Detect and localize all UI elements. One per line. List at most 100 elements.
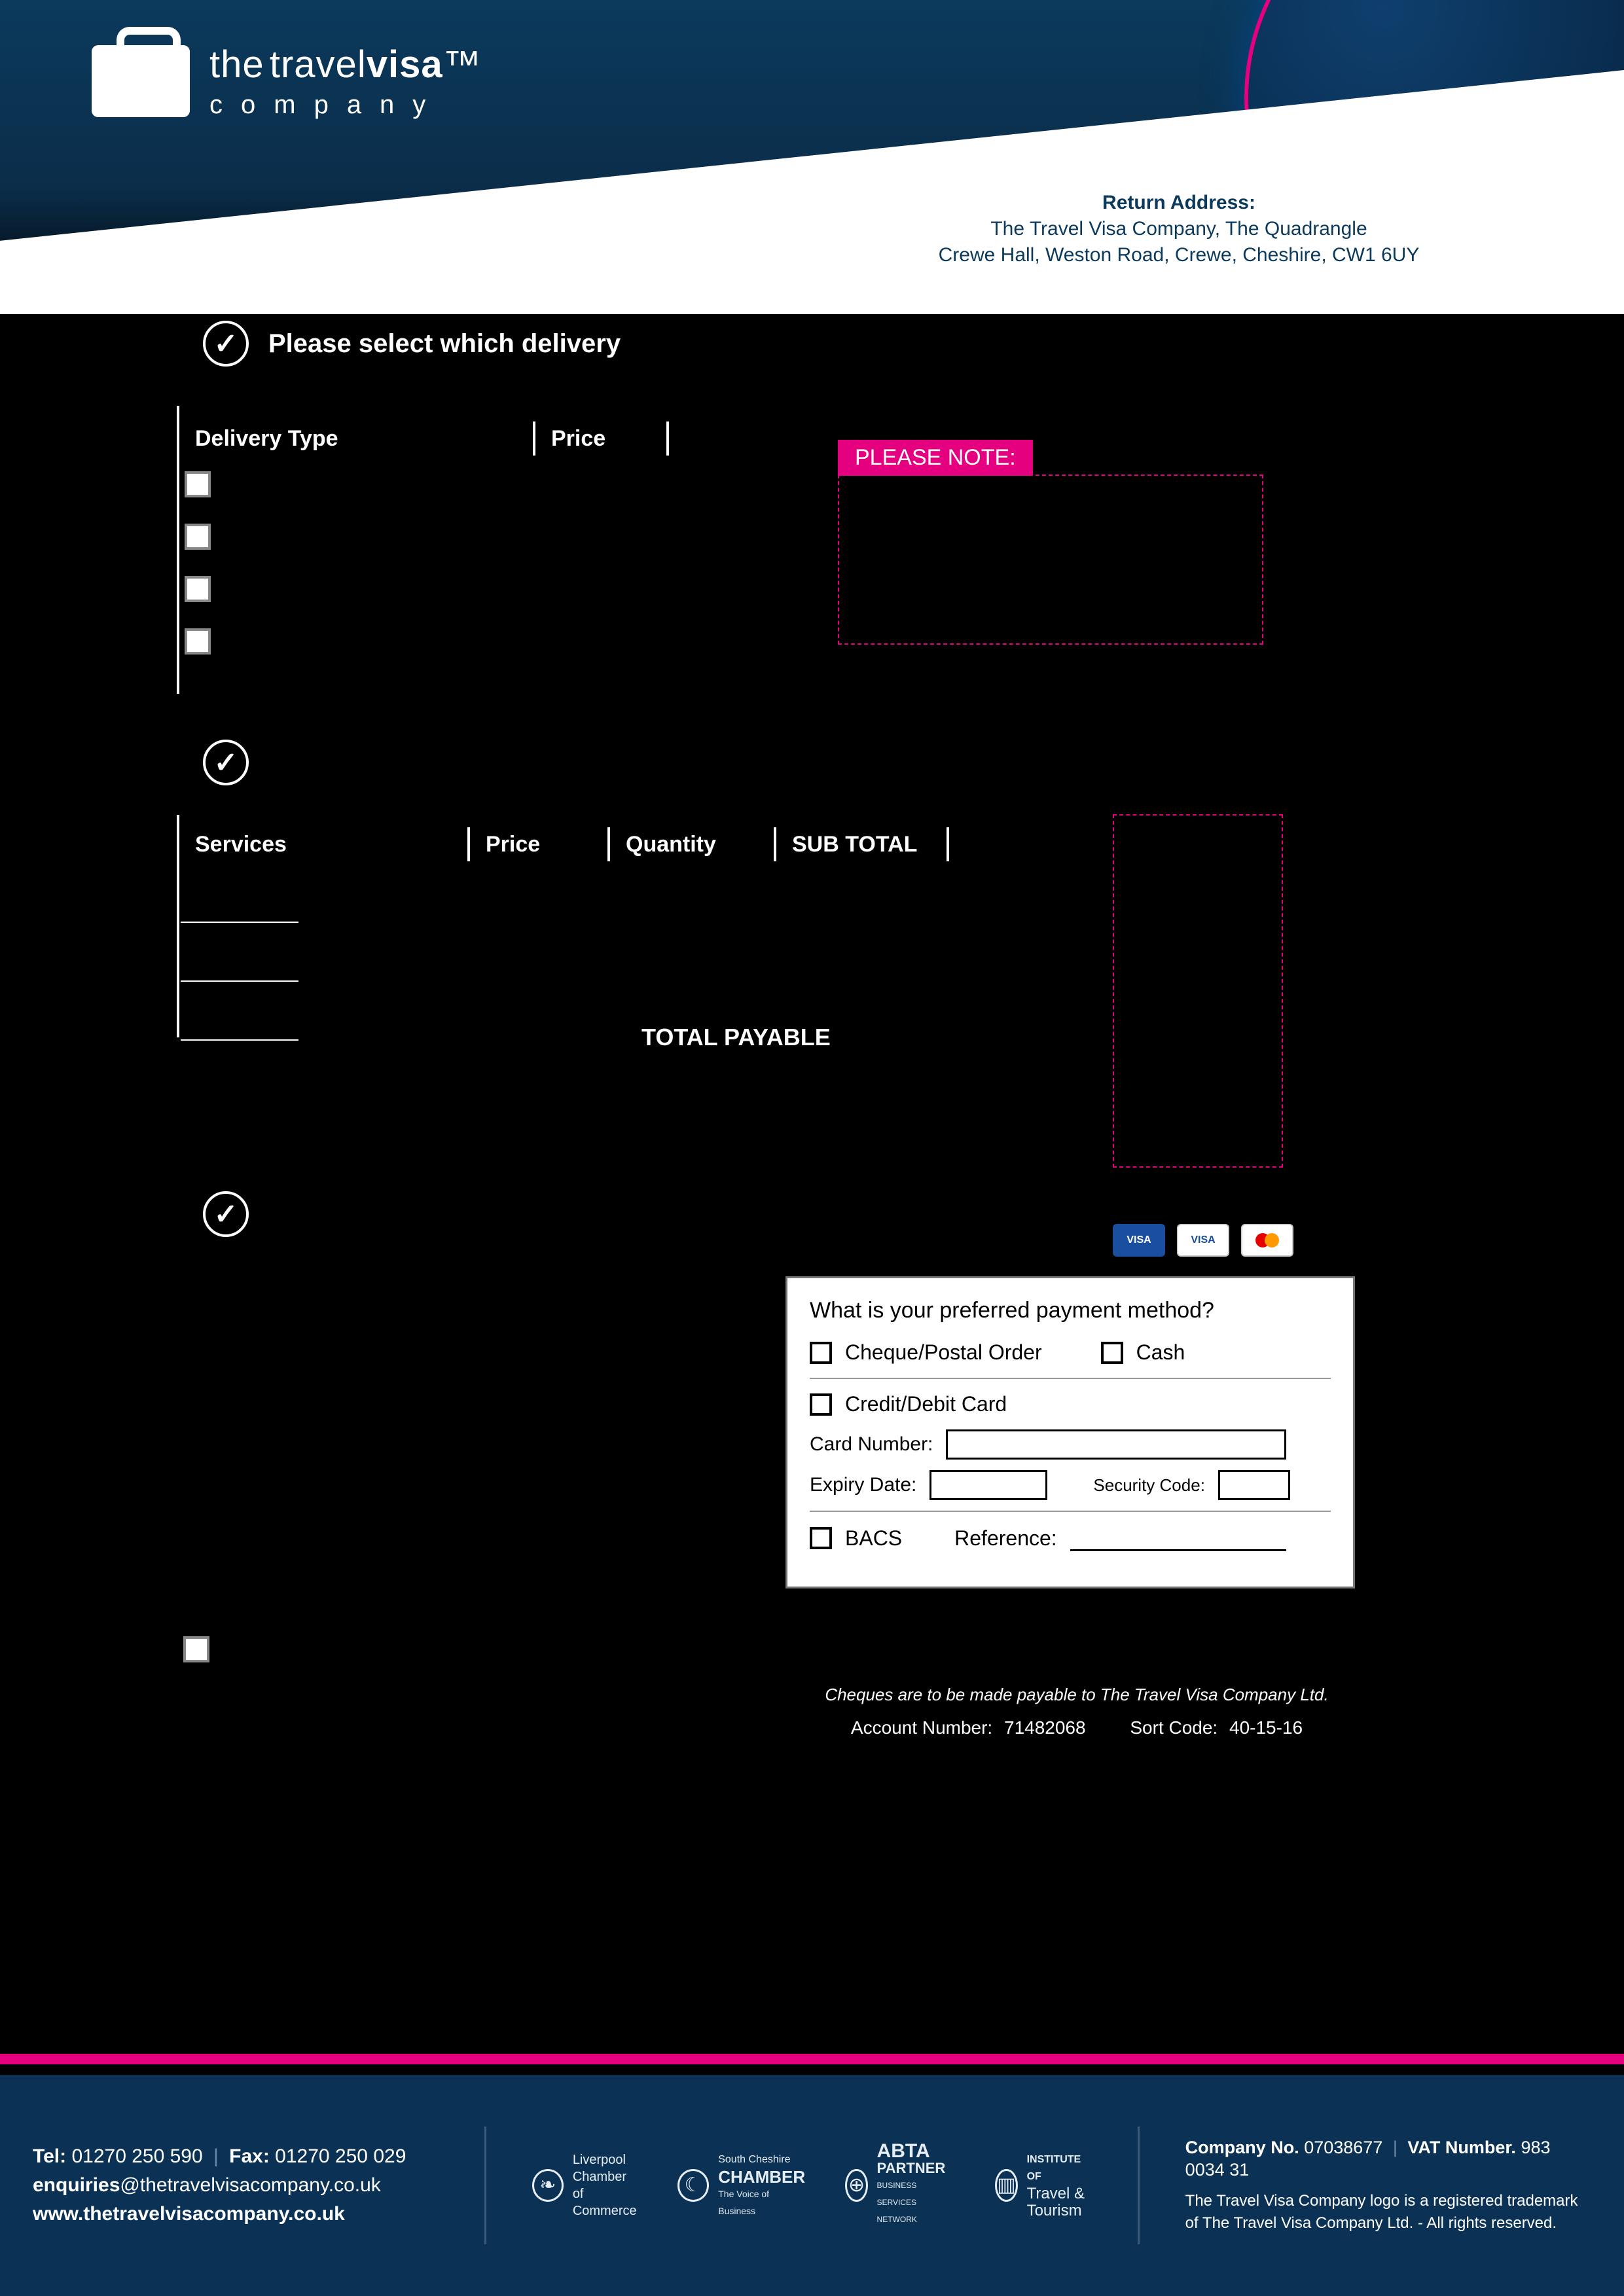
please-note-box: PLEASE NOTE: [838,440,1263,645]
delivery-row [185,563,669,615]
p-south-3: The Voice of Business [718,2185,806,2219]
logo-visa: visa [367,43,443,86]
divider [810,1378,1331,1379]
total-payable-label: TOTAL PAYABLE [641,1024,831,1051]
p-abta-1: ABTA [877,2143,956,2160]
tel-label: Tel: [33,2145,66,2167]
services-table: Services Price Quantity SUB TOTAL [177,825,949,1041]
step-delivery-title: Please select which delivery [268,329,621,359]
payment-question: What is your preferred payment method? [810,1298,1331,1323]
globe-icon: ⊕ [845,2169,867,2202]
card-number-input[interactable] [946,1429,1286,1460]
account-number: 71482068 [1004,1717,1086,1738]
expiry-field: Expiry Date: Security Code: [810,1470,1331,1500]
account-number-label: Account Number: [851,1717,992,1738]
partner-liverpool: ❧ Liverpool Chamber of Commerce [532,2151,638,2219]
columns-icon: ▥ [995,2169,1017,2202]
footer-separator [1138,2126,1139,2244]
fax-label: Fax: [229,2145,270,2167]
please-note-label: PLEASE NOTE: [838,440,1033,476]
partner-itt: ▥ INSTITUTE OF Travel & Tourism [995,2151,1092,2219]
logo-text: the travelvisa™ company [209,43,482,120]
return-address-line2: Crewe Hall, Weston Road, Crewe, Cheshire… [786,242,1572,268]
delivery-header-row: Delivery Type Price [177,419,669,458]
check-icon: ✓ [203,1191,249,1237]
cheque-checkbox[interactable] [810,1342,832,1364]
delivery-checkbox[interactable] [185,576,211,602]
payment-panel: What is your preferred payment method? C… [785,1276,1355,1588]
logo-the: the [209,43,264,86]
divider [810,1511,1331,1512]
sort-code: 40-15-16 [1229,1717,1303,1738]
security-code-input[interactable] [1218,1470,1290,1500]
delivery-row [185,615,669,668]
p-liverpool-3: Commerce [573,2202,638,2219]
services-row [181,923,298,982]
suitcase-icon [92,45,190,117]
agreement-checkbox[interactable] [183,1636,209,1662]
delivery-checkbox[interactable] [185,524,211,550]
reference-input[interactable] [1070,1525,1286,1551]
sort-code-label: Sort Code: [1130,1717,1218,1738]
delivery-checkbox[interactable] [185,628,211,655]
footer-separator [484,2126,486,2244]
footer: Tel: 01270 250 590 | Fax: 01270 250 029 … [0,2075,1624,2296]
p-liverpool-1: Liverpool [573,2151,638,2168]
th-services-price: Price [470,832,607,857]
fax-value: 01270 250 029 [275,2145,406,2167]
return-address: Return Address: The Travel Visa Company,… [786,190,1572,268]
logo-tm: ™ [443,43,482,86]
step-delivery: ✓ Please select which delivery [203,321,621,367]
card-number-field: Card Number: [810,1429,1331,1460]
delivery-row [185,458,669,511]
th-subtotal: SUB TOTAL [776,832,947,857]
step-services: ✓ [203,740,249,785]
th-price: Price [535,426,666,452]
step-payment: ✓ [203,1191,249,1237]
partner-south-cheshire: ☾ South Cheshire CHAMBER The Voice of Bu… [677,2151,806,2219]
email-domain: @thetravelvisacompany.co.uk [120,2174,380,2196]
reference-label: Reference: [954,1526,1057,1551]
th-quantity: Quantity [610,832,774,857]
p-abta-2: PARTNER [877,2160,956,2177]
company-logo: the travelvisa™ company [92,43,482,120]
col-separator [666,422,669,456]
delivery-checkbox[interactable] [185,471,211,497]
legal-text: The Travel Visa Company logo is a regist… [1185,2190,1591,2234]
delivery-row [185,511,669,563]
payment-option-row: Cheque/Postal Order Cash [810,1340,1331,1365]
payment-option-row: BACS Reference: [810,1525,1331,1551]
vat-label: VAT Number. [1407,2138,1516,2157]
card-logos: VISA VISA [1113,1224,1293,1257]
cash-label: Cash [1136,1340,1185,1365]
services-header-row: Services Price Quantity SUB TOTAL [177,825,949,864]
p-itt-2: Travel & Tourism [1027,2185,1092,2219]
logo-company: company [209,90,482,120]
expiry-input[interactable] [929,1470,1047,1500]
bacs-checkbox[interactable] [810,1527,832,1549]
email-user: enquiries [33,2174,120,2196]
cheque-label: Cheque/Postal Order [845,1340,1042,1365]
return-address-label: Return Address: [786,190,1572,216]
cash-checkbox[interactable] [1101,1342,1123,1364]
visa-debit-icon: VISA [1177,1224,1229,1257]
p-liverpool-2: Chamber of [573,2168,638,2202]
card-number-label: Card Number: [810,1433,933,1456]
services-row [181,864,298,923]
partner-abta: ⊕ ABTA PARTNER BUSINESS SERVICES NETWORK [845,2143,956,2228]
services-row [181,982,298,1041]
tel-value: 01270 250 590 [71,2145,202,2167]
p-itt-1: INSTITUTE OF [1027,2151,1092,2185]
bacs-label: BACS [845,1526,902,1551]
security-code-label: Security Code: [1093,1475,1205,1496]
visa-icon: VISA [1113,1224,1165,1257]
col-separator [947,827,949,861]
company-no: 07038677 [1304,2138,1382,2157]
mastercard-icon [1241,1224,1293,1257]
check-icon: ✓ [203,321,249,367]
card-checkbox[interactable] [810,1393,832,1416]
th-delivery-type: Delivery Type [179,426,533,452]
footer-contact: Tel: 01270 250 590 | Fax: 01270 250 029 … [33,2142,439,2229]
card-label: Credit/Debit Card [845,1392,1007,1416]
expiry-label: Expiry Date: [810,1474,916,1496]
